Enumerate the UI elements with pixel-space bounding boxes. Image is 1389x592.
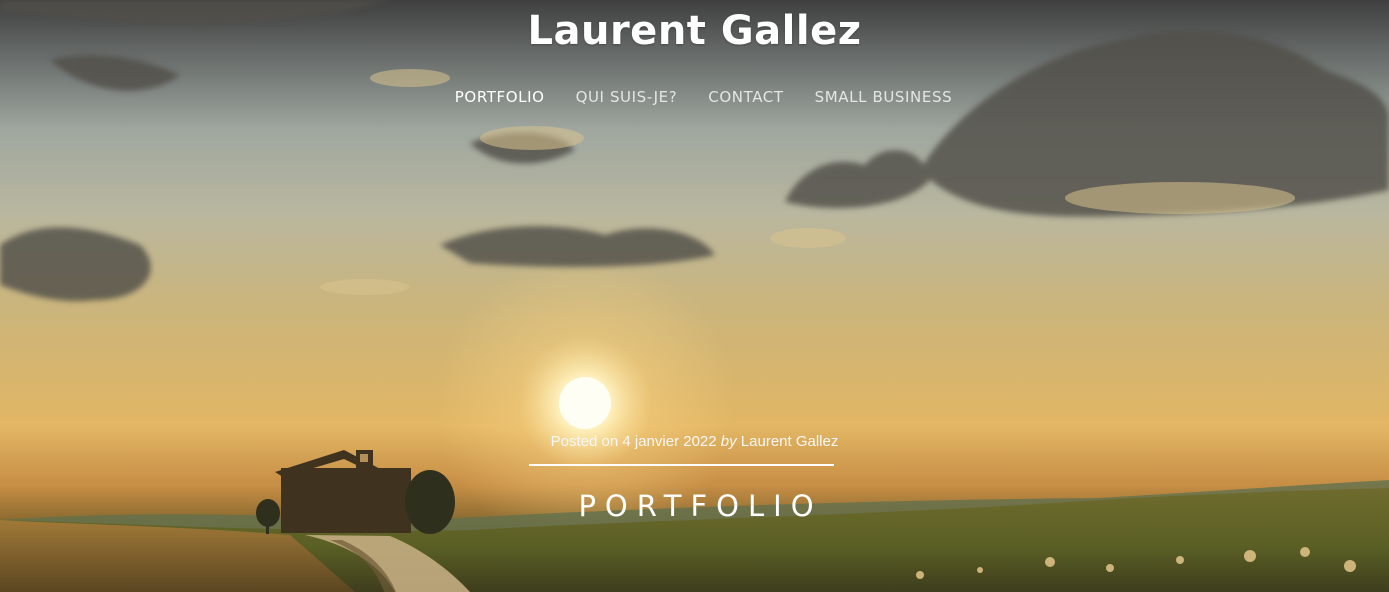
site-title[interactable]: Laurent Gallez (0, 8, 1389, 54)
author-link[interactable]: Laurent Gallez (741, 433, 839, 450)
post-metadata: Posted on 4 janvier 2022 by Laurent Gall… (0, 433, 1389, 450)
nav-link-contact[interactable]: CONTACT (708, 88, 783, 106)
post-date-link[interactable]: 4 janvier 2022 (622, 433, 716, 450)
sun (559, 377, 611, 429)
posted-on-label: Posted on (550, 433, 619, 450)
title-divider (529, 464, 834, 466)
by-label: by (720, 433, 737, 450)
page-title: PORTFOLIO (578, 489, 823, 523)
hero-banner: Laurent Gallez PORTFOLIO QUI SUIS-JE? CO… (0, 0, 1389, 592)
nav-link-small-business[interactable]: SMALL BUSINESS (815, 88, 953, 106)
nav-link-portfolio[interactable]: PORTFOLIO (455, 88, 545, 106)
main-navigation: PORTFOLIO QUI SUIS-JE? CONTACT SMALL BUS… (0, 88, 1389, 106)
nav-link-qui-suis-je[interactable]: QUI SUIS-JE? (576, 88, 678, 106)
